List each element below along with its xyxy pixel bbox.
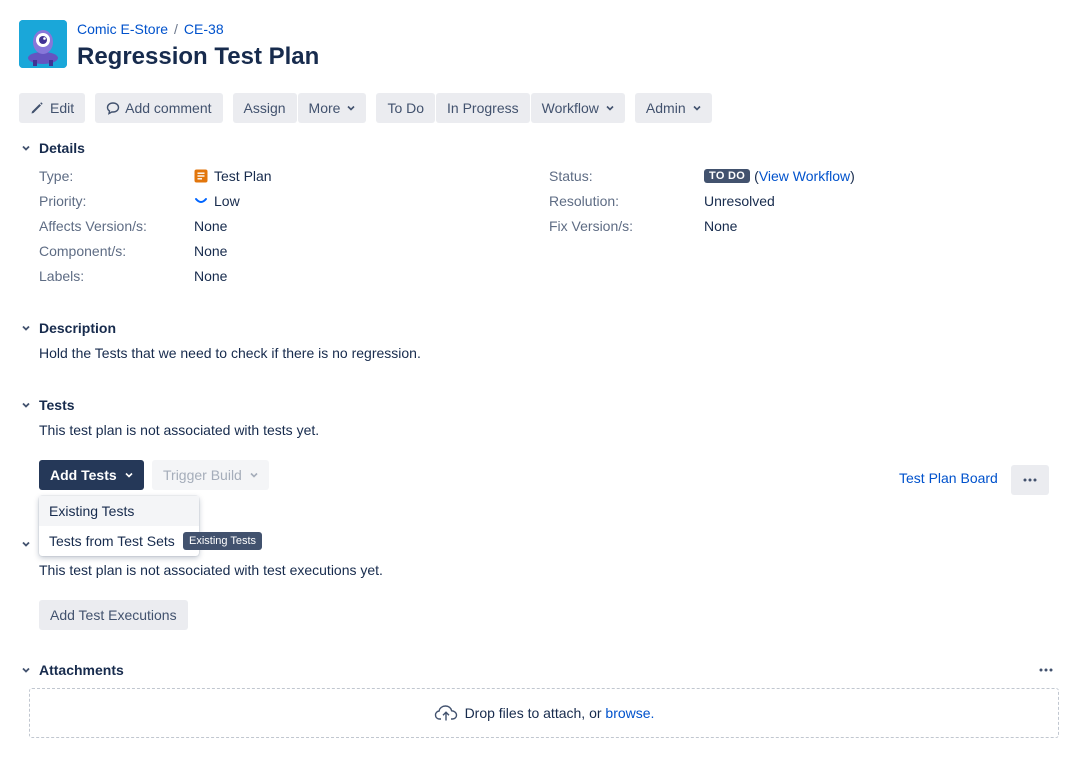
attachments-section-header[interactable]: Attachments xyxy=(19,662,124,678)
project-avatar[interactable] xyxy=(19,20,67,68)
description-section-header[interactable]: Description xyxy=(19,320,116,336)
add-tests-button[interactable]: Add Tests xyxy=(39,460,144,490)
add-comment-button[interactable]: Add comment xyxy=(95,93,223,123)
chevron-down-icon xyxy=(250,471,258,479)
edit-button[interactable]: Edit xyxy=(19,93,86,123)
dropzone-text: Drop files to attach, or xyxy=(464,705,606,721)
fix-version-label: Fix Version/s: xyxy=(549,218,634,234)
more-horizontal-icon xyxy=(1039,668,1053,672)
affects-version-value: None xyxy=(194,218,228,234)
more-horizontal-icon xyxy=(1023,478,1037,482)
more-dropdown-button[interactable]: More xyxy=(297,93,367,123)
priority-value: Low xyxy=(194,193,240,209)
add-test-executions-button[interactable]: Add Test Executions xyxy=(39,600,188,630)
tests-heading: Tests xyxy=(39,397,75,413)
add-tests-dropdown-menu: Existing Tests Tests from Test Sets xyxy=(39,496,199,556)
add-tests-label: Add Tests xyxy=(50,467,117,483)
tooltip: Existing Tests xyxy=(183,532,263,550)
type-label: Type: xyxy=(39,168,74,184)
chevron-down-icon xyxy=(347,104,356,112)
status-badge: TO DO xyxy=(704,169,751,183)
issue-toolbar: Edit Add comment Assign More To Do In Pr… xyxy=(19,93,712,123)
tests-more-button[interactable] xyxy=(1011,465,1049,495)
add-comment-label: Add comment xyxy=(125,100,212,116)
labels-label: Labels: xyxy=(39,268,85,284)
assign-button[interactable]: Assign xyxy=(232,93,297,123)
menu-item-existing-tests[interactable]: Existing Tests xyxy=(39,496,199,526)
in-progress-button[interactable]: In Progress xyxy=(436,93,530,123)
chevron-down-icon[interactable] xyxy=(19,141,33,155)
breadcrumb: Comic E-Store / CE-38 xyxy=(77,21,224,37)
labels-value: None xyxy=(194,268,228,284)
fix-version-value: None xyxy=(704,218,738,234)
chevron-down-icon xyxy=(125,471,133,479)
test-executions-section-header[interactable] xyxy=(19,537,39,551)
resolution-value: Unresolved xyxy=(704,193,775,209)
details-heading: Details xyxy=(39,140,85,156)
view-workflow-link[interactable]: View Workflow xyxy=(759,168,850,184)
tests-section-header[interactable]: Tests xyxy=(19,397,75,413)
test-plan-icon xyxy=(194,169,208,183)
view-workflow-close-paren: ) xyxy=(850,168,855,184)
chevron-down-icon xyxy=(606,104,614,112)
test-plan-board-link[interactable]: Test Plan Board xyxy=(899,470,998,486)
in-progress-label: In Progress xyxy=(447,100,519,116)
chevron-down-icon[interactable] xyxy=(19,321,33,335)
type-value: Test Plan xyxy=(194,168,272,184)
workflow-label: Workflow xyxy=(541,100,599,116)
more-label: More xyxy=(308,100,341,116)
attachments-more-button[interactable] xyxy=(1036,663,1056,677)
workflow-dropdown-button[interactable]: Workflow xyxy=(530,93,625,123)
affects-version-label: Affects Version/s: xyxy=(39,218,147,234)
pencil-icon xyxy=(30,101,44,115)
chevron-down-icon[interactable] xyxy=(19,663,33,677)
comment-icon xyxy=(106,101,120,115)
resolution-label: Resolution: xyxy=(549,193,620,209)
to-do-button[interactable]: To Do xyxy=(376,93,436,123)
cloud-upload-icon xyxy=(434,704,458,722)
priority-low-icon xyxy=(194,194,208,208)
priority-value-text: Low xyxy=(214,193,240,209)
chevron-down-icon xyxy=(693,104,701,112)
chevron-down-icon[interactable] xyxy=(19,398,33,412)
trigger-build-label: Trigger Build xyxy=(163,467,242,483)
component-label: Component/s: xyxy=(39,243,127,259)
type-value-text: Test Plan xyxy=(214,168,272,184)
details-section-header[interactable]: Details xyxy=(19,140,85,156)
edit-button-label: Edit xyxy=(50,100,75,116)
attachment-dropzone[interactable]: Drop files to attach, or browse. xyxy=(29,688,1059,738)
priority-label: Priority: xyxy=(39,193,87,209)
breadcrumb-project-link[interactable]: Comic E-Store xyxy=(77,21,168,37)
description-text[interactable]: Hold the Tests that we need to check if … xyxy=(39,345,421,361)
assign-label: Assign xyxy=(243,100,286,116)
chevron-down-icon[interactable] xyxy=(19,537,33,551)
executions-empty-text: This test plan is not associated with te… xyxy=(39,562,383,578)
attachments-heading: Attachments xyxy=(39,662,124,678)
status-value: TO DO ( View Workflow ) xyxy=(704,168,855,184)
breadcrumb-separator: / xyxy=(174,21,178,37)
browse-link[interactable]: browse. xyxy=(605,705,654,721)
tests-empty-text: This test plan is not associated with te… xyxy=(39,422,320,438)
to-do-label: To Do xyxy=(387,100,425,116)
component-value: None xyxy=(194,243,228,259)
trigger-build-button[interactable]: Trigger Build xyxy=(152,460,269,490)
admin-label: Admin xyxy=(645,100,686,116)
description-heading: Description xyxy=(39,320,117,336)
admin-dropdown-button[interactable]: Admin xyxy=(634,93,712,123)
menu-item-tests-from-test-sets[interactable]: Tests from Test Sets xyxy=(39,526,199,556)
status-label: Status: xyxy=(549,168,593,184)
page-title: Regression Test Plan xyxy=(77,43,320,70)
breadcrumb-issue-key-link[interactable]: CE-38 xyxy=(184,21,224,37)
